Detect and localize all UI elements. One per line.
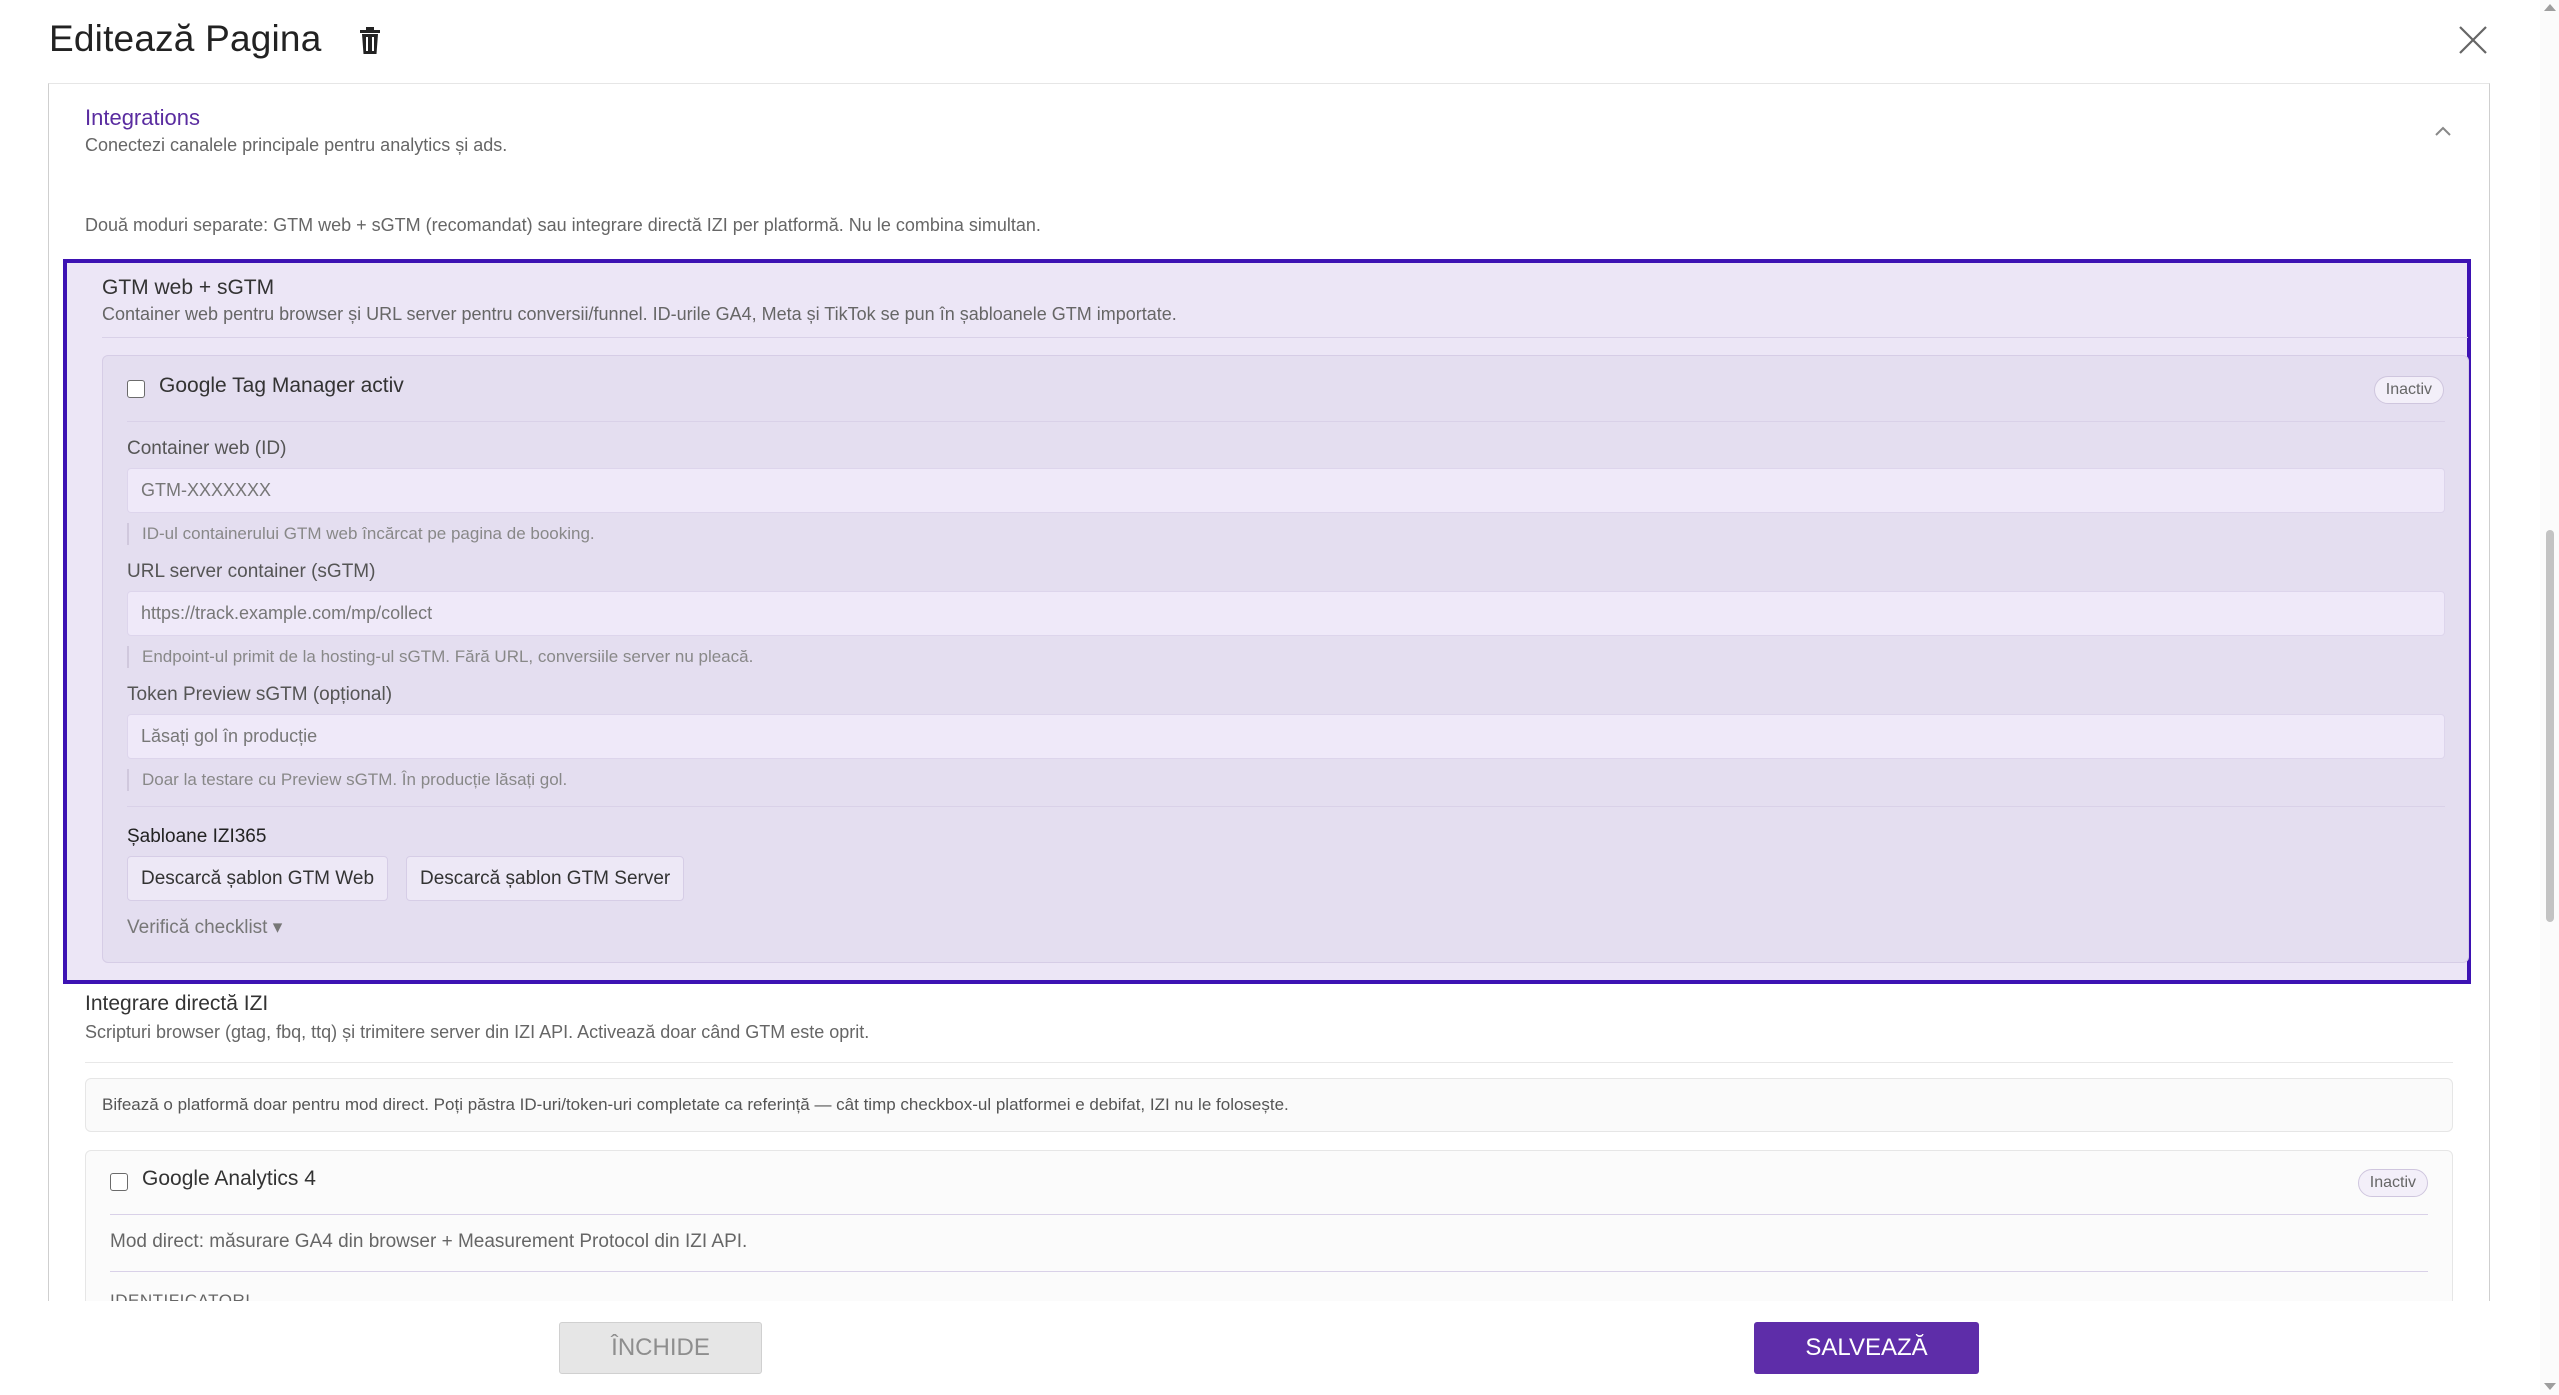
server-url-input[interactable]: https://track.example.com/mp/collect <box>127 591 2445 636</box>
divider <box>127 806 2445 807</box>
preview-token-label: Token Preview sGTM (opțional) <box>127 684 393 705</box>
status-badge: Inactiv <box>2373 376 2444 404</box>
page-title: Editează Pagina <box>49 18 322 59</box>
verify-checklist-toggle[interactable]: Verifică checklist ▾ <box>127 916 282 939</box>
scroll-up-icon[interactable] <box>2544 4 2556 11</box>
gtm-title: GTM web + sGTM <box>102 276 275 299</box>
gtm-subtitle: Container web pentru browser și URL serv… <box>102 304 1177 324</box>
edit-page-modal: Editează Pagina Integrations Conectezi c… <box>0 0 2559 1395</box>
divider <box>85 1062 2453 1063</box>
preview-token-hint: Doar la testare cu Preview sGTM. În prod… <box>127 769 567 791</box>
ga4-card: Google Analytics 4 Inactiv Mod direct: m… <box>85 1150 2453 1301</box>
gtm-active-label[interactable]: Google Tag Manager activ <box>159 374 404 398</box>
modal-header: Editează Pagina <box>0 0 2559 84</box>
close-button[interactable]: ÎNCHIDE <box>559 1322 762 1374</box>
ga4-checkbox[interactable] <box>110 1173 128 1191</box>
modal-body[interactable]: Integrations Conectezi canalele principa… <box>48 83 2490 1301</box>
divider <box>127 421 2445 422</box>
chevron-up-icon[interactable] <box>2433 124 2453 138</box>
identifiers-heading: IDENTIFICATORI <box>110 1291 251 1301</box>
container-id-input[interactable]: GTM-XXXXXXX <box>127 468 2445 513</box>
close-icon[interactable] <box>2458 25 2488 55</box>
server-url-label: URL server container (sGTM) <box>127 561 376 582</box>
section-subtitle: Conectezi canalele principale pentru ana… <box>85 135 508 155</box>
container-id-label: Container web (ID) <box>127 438 287 459</box>
ga4-label[interactable]: Google Analytics 4 <box>142 1167 316 1191</box>
direct-title: Integrare directă IZI <box>85 992 269 1015</box>
status-badge: Inactiv <box>2357 1169 2428 1197</box>
scroll-down-icon[interactable] <box>2544 1383 2556 1390</box>
divider <box>110 1271 2428 1272</box>
scrollbar-thumb[interactable] <box>2546 530 2554 922</box>
section-title[interactable]: Integrations <box>85 105 200 131</box>
download-gtm-server-button[interactable]: Descarcă șablon GTM Server <box>406 856 685 901</box>
trash-icon[interactable] <box>358 26 382 56</box>
server-url-hint: Endpoint-ul primit de la hosting-ul sGTM… <box>127 646 753 668</box>
divider <box>110 1214 2428 1215</box>
modal-footer: ÎNCHIDE SALVEAZĂ <box>0 1301 2540 1395</box>
gtm-active-checkbox[interactable] <box>127 380 145 398</box>
direct-notice: Bifează o platformă doar pentru mod dire… <box>85 1078 2453 1132</box>
gtm-card: Google Tag Manager activ Inactiv Contain… <box>102 355 2469 963</box>
download-gtm-web-button[interactable]: Descarcă șablon GTM Web <box>127 856 389 901</box>
divider <box>102 337 2468 338</box>
save-button[interactable]: SALVEAZĂ <box>1754 1322 1979 1374</box>
section-intro: Două moduri separate: GTM web + sGTM (re… <box>85 215 1041 235</box>
ga4-description: Mod direct: măsurare GA4 din browser + M… <box>110 1231 748 1252</box>
direct-subtitle: Scripturi browser (gtag, fbq, ttq) și tr… <box>85 1022 870 1042</box>
gtm-panel: GTM web + sGTM Container web pentru brow… <box>63 259 2471 984</box>
preview-token-input[interactable]: Lăsați gol în producție <box>127 714 2445 759</box>
container-id-hint: ID-ul containerului GTM web încărcat pe … <box>127 523 595 545</box>
templates-label: Șabloane IZI365 <box>127 826 267 847</box>
